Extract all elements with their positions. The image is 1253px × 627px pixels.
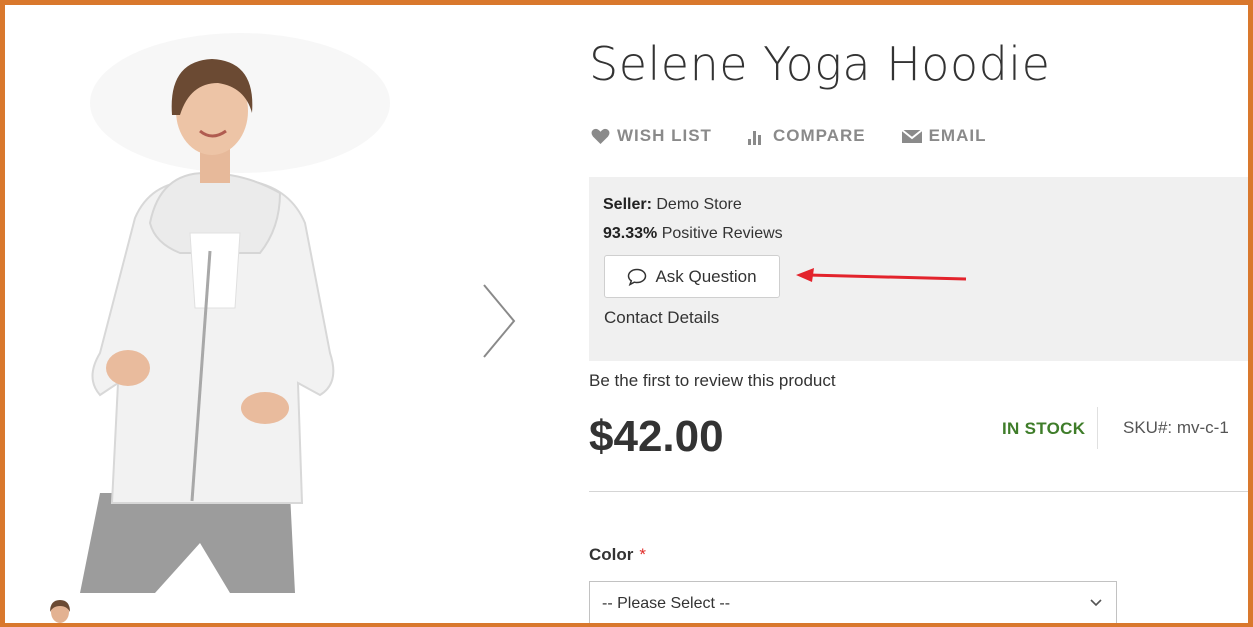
product-price: $42.00: [589, 412, 724, 461]
seller-info-box: Seller: Demo Store 93.33% Positive Revie…: [589, 177, 1248, 361]
color-select[interactable]: -- Please Select --: [589, 581, 1117, 623]
compare-link[interactable]: COMPARE: [747, 126, 866, 146]
product-gallery: [40, 23, 520, 627]
heart-icon: [591, 128, 610, 144]
product-actions: WISH LIST COMPARE EMAIL: [591, 126, 1022, 146]
product-sku: SKU#: mv-c-1: [1097, 407, 1229, 449]
color-option-label: Color *: [589, 545, 646, 565]
required-mark: *: [639, 545, 647, 564]
seller-name[interactable]: Demo Store: [656, 196, 741, 213]
product-info: Selene Yoga Hoodie WISH LIST COMPARE EMA…: [585, 5, 1248, 623]
chevron-down-icon: [1090, 599, 1102, 607]
wishlist-link[interactable]: WISH LIST: [591, 126, 712, 146]
product-image: [80, 33, 390, 593]
seller-label: Seller:: [603, 196, 657, 213]
wishlist-label: WISH LIST: [617, 126, 712, 145]
product-thumbnail[interactable]: [40, 598, 80, 627]
product-title: Selene Yoga Hoodie: [589, 37, 1051, 91]
email-link[interactable]: EMAIL: [901, 126, 987, 146]
color-label-text: Color: [589, 545, 634, 564]
speech-bubble-icon: [628, 268, 647, 286]
seller-rating: 93.33% Positive Reviews: [603, 225, 783, 243]
color-select-value: -- Please Select --: [602, 595, 731, 612]
rating-value: 93.33%: [603, 225, 662, 242]
gallery-next-arrow[interactable]: [480, 281, 520, 361]
envelope-icon: [901, 128, 922, 143]
compare-label: COMPARE: [772, 126, 866, 145]
divider: [589, 491, 1248, 492]
seller-line: Seller: Demo Store: [603, 196, 742, 214]
ask-question-button[interactable]: Ask Question: [604, 255, 780, 298]
contact-details-link[interactable]: Contact Details: [604, 308, 719, 328]
screenshot-frame: Selene Yoga Hoodie WISH LIST COMPARE EMA…: [0, 0, 1253, 627]
bar-chart-icon: [747, 130, 761, 145]
add-review-link[interactable]: Be the first to review this product: [589, 371, 836, 391]
stock-status: IN STOCK: [1002, 419, 1086, 438]
annotation-arrow: [796, 268, 967, 282]
ask-question-label: Ask Question: [655, 266, 757, 286]
rating-text: Positive Reviews: [661, 225, 783, 242]
email-label: EMAIL: [928, 126, 987, 145]
